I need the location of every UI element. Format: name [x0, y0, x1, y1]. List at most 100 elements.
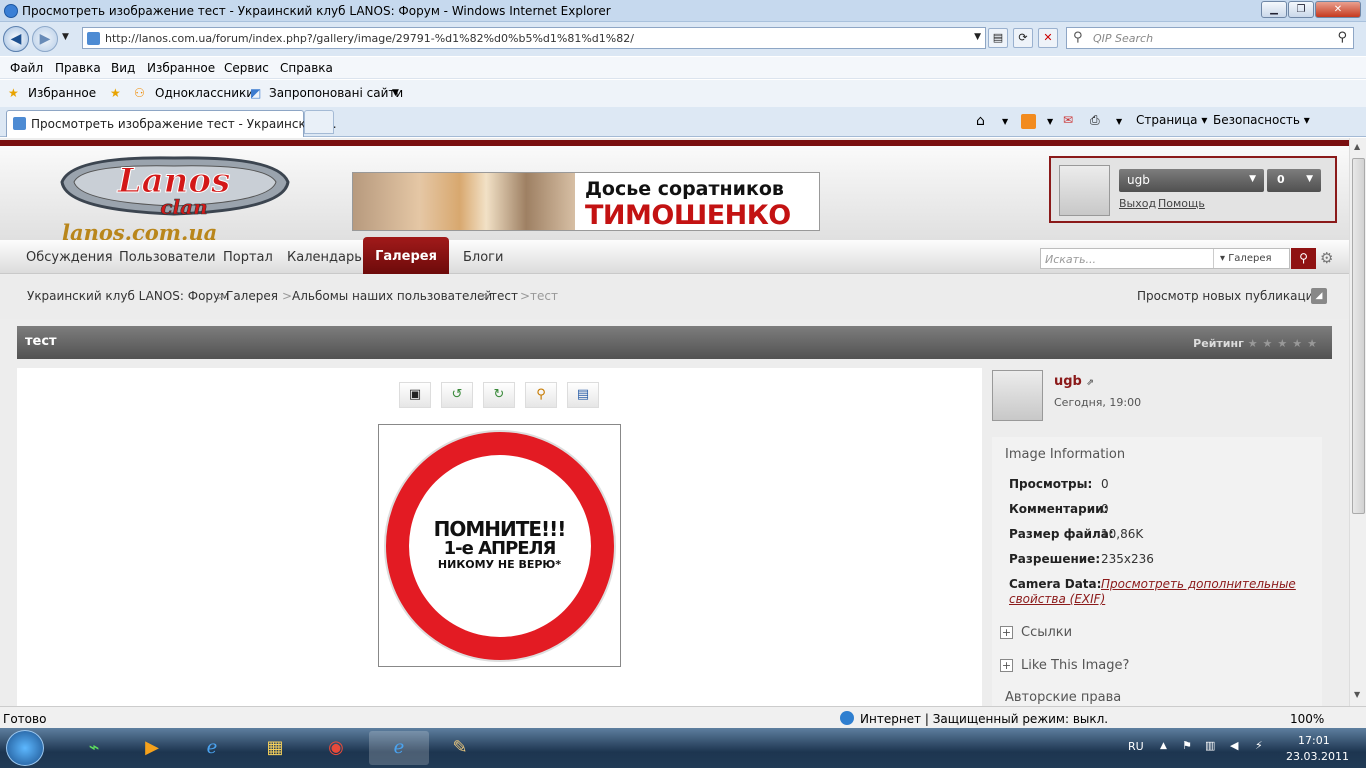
- history-dropdown-icon[interactable]: ▼: [62, 32, 69, 42]
- forward-button[interactable]: ▶: [32, 26, 58, 52]
- taskbar-chrome-icon[interactable]: ◉: [306, 731, 366, 765]
- rating-label: Рейтинг: [1193, 337, 1244, 350]
- logo-graphic: Lanos clan lanos.com.ua: [60, 156, 290, 245]
- fav-odnoklassniki[interactable]: Одноклассники: [155, 86, 254, 100]
- breadcrumb-gallery[interactable]: Галерея: [226, 289, 278, 303]
- action-center-icon[interactable]: ⚑: [1182, 739, 1192, 752]
- tray-expand-icon[interactable]: ▲: [1160, 741, 1167, 751]
- fav-suggested-sites[interactable]: Запропоновані сайти: [269, 86, 403, 100]
- breadcrumb-forum[interactable]: Украинский клуб LANOS: Форум: [27, 289, 229, 303]
- page-menu-label: Страница: [1136, 113, 1198, 127]
- volume-icon[interactable]: ◀: [1230, 739, 1238, 752]
- refresh-icon[interactable]: ⟳: [1013, 28, 1033, 48]
- links-section[interactable]: + Ссылки: [1000, 625, 1072, 640]
- chevron-down-icon[interactable]: ▼: [1047, 117, 1053, 126]
- search-scope[interactable]: ▾ Галерея: [1213, 249, 1278, 268]
- nav-portal[interactable]: Портал: [223, 250, 273, 265]
- menu-file[interactable]: Файл: [10, 61, 43, 75]
- exif-link[interactable]: Просмотреть дополнительные: [1101, 577, 1296, 591]
- breadcrumb-separator: >: [520, 289, 531, 303]
- new-tab-button[interactable]: [304, 110, 334, 134]
- tab-active[interactable]: Просмотреть изображение тест - Украински…: [6, 110, 337, 137]
- author-name[interactable]: ugb ⇗: [1054, 374, 1094, 389]
- breadcrumb-album[interactable]: тест: [490, 289, 518, 303]
- nav-gallery[interactable]: Галерея: [363, 237, 449, 274]
- page-scrollbar[interactable]: ▲ ▼: [1349, 138, 1366, 706]
- menu-edit[interactable]: Правка: [55, 61, 101, 75]
- stop-icon[interactable]: ✕: [1038, 28, 1058, 48]
- menu-view[interactable]: Вид: [111, 61, 135, 75]
- breadcrumb-albums[interactable]: Альбомы наших пользователей: [292, 289, 492, 303]
- gallery-image[interactable]: . ПОМНИТЕ!!! 1-е АПРЕЛЯ НИКОМУ НЕ ВЕРЮ*: [378, 424, 621, 667]
- chevron-down-icon[interactable]: ▼: [1002, 117, 1008, 126]
- menu-help[interactable]: Справка: [280, 61, 333, 75]
- clock-time[interactable]: 17:01: [1298, 734, 1330, 747]
- maximize-button[interactable]: ❐: [1288, 1, 1314, 18]
- qip-search-input[interactable]: ⚲ QIP Search ⚲: [1066, 27, 1354, 49]
- search-go-icon[interactable]: ⚲: [1337, 30, 1347, 45]
- language-indicator[interactable]: RU: [1128, 740, 1144, 753]
- back-button[interactable]: ◀: [3, 26, 29, 52]
- nav-blogs[interactable]: Блоги: [463, 250, 503, 265]
- address-bar[interactable]: http://lanos.com.ua/forum/index.php?/gal…: [82, 27, 986, 49]
- author-avatar[interactable]: [992, 370, 1043, 421]
- page-menu[interactable]: Страница ▾: [1136, 113, 1207, 127]
- taskbar-explorer-icon[interactable]: ▦: [245, 731, 305, 765]
- nav-calendar[interactable]: Календарь: [287, 250, 362, 265]
- rotate-right-icon[interactable]: ↻: [483, 382, 515, 408]
- search-button[interactable]: ⚲: [1291, 248, 1316, 269]
- new-posts-link[interactable]: Просмотр новых публикаций: [1137, 289, 1321, 303]
- favorites-button[interactable]: Избранное: [28, 86, 96, 100]
- taskbar-ie-icon[interactable]: ℯ: [182, 731, 242, 765]
- gear-icon[interactable]: ⚙: [1320, 249, 1333, 267]
- security-zone[interactable]: Интернет | Защищенный режим: выкл.: [860, 712, 1108, 726]
- print-icon[interactable]: ⎙: [1090, 113, 1100, 128]
- save-icon[interactable]: ▤: [567, 382, 599, 408]
- scroll-down-icon[interactable]: ▼: [1354, 690, 1360, 699]
- menu-tools[interactable]: Сервис: [224, 61, 269, 75]
- ad-banner[interactable]: Досье соратников ТИМОШЕНКО: [352, 172, 820, 231]
- user-menu[interactable]: ugb ▼: [1119, 169, 1264, 192]
- taskbar-app-razer-icon[interactable]: ⌁: [64, 731, 124, 765]
- window-titlebar: Просмотреть изображение тест - Украински…: [0, 0, 1366, 22]
- external-link-icon[interactable]: ⇗: [1086, 378, 1094, 388]
- compat-view-icon[interactable]: ▤: [988, 28, 1008, 48]
- nav-users[interactable]: Пользователи: [119, 250, 216, 265]
- taskbar-paint-icon[interactable]: ✎: [430, 731, 490, 765]
- start-button[interactable]: [6, 730, 44, 766]
- rss-icon[interactable]: ◢: [1311, 288, 1327, 304]
- set-cover-icon[interactable]: ▣: [399, 382, 431, 408]
- chevron-down-icon[interactable]: ▼: [1116, 117, 1122, 126]
- rating[interactable]: Рейтинг ★★★★★: [1193, 337, 1322, 350]
- menu-favorites[interactable]: Избранное: [147, 61, 215, 75]
- scrollbar-thumb[interactable]: [1352, 158, 1365, 514]
- exif-link-cont[interactable]: свойства (EXIF): [1009, 592, 1105, 606]
- chevron-down-icon[interactable]: ▼: [392, 88, 399, 98]
- nav-discussions[interactable]: Обсуждения: [26, 250, 113, 265]
- avatar[interactable]: [1059, 165, 1110, 216]
- minimize-button[interactable]: ▁: [1261, 1, 1287, 18]
- taskbar-media-player-icon[interactable]: ▶: [122, 731, 182, 765]
- address-dropdown-icon[interactable]: ▼: [974, 32, 981, 42]
- close-button[interactable]: ✕: [1315, 1, 1361, 18]
- taskbar-ie-active-icon[interactable]: ℯ: [369, 731, 429, 765]
- zoom-level[interactable]: 100%: [1290, 712, 1324, 726]
- rating-stars[interactable]: ★★★★★: [1248, 337, 1322, 350]
- security-menu[interactable]: Безопасность ▾: [1213, 113, 1310, 127]
- clock-date[interactable]: 23.03.2011: [1286, 750, 1349, 763]
- notifications-menu[interactable]: 0 ▼: [1267, 169, 1321, 192]
- mail-icon[interactable]: ✉: [1063, 113, 1073, 127]
- help-link[interactable]: Помощь: [1158, 197, 1205, 210]
- home-icon[interactable]: ⌂: [976, 113, 985, 129]
- like-section[interactable]: + Like This Image?: [1000, 658, 1129, 673]
- site-search-input[interactable]: Искать... ▾ Галерея: [1040, 248, 1290, 269]
- power-icon[interactable]: ⚡: [1255, 739, 1263, 752]
- network-icon[interactable]: ▥: [1205, 739, 1215, 752]
- rss-icon[interactable]: [1021, 114, 1036, 129]
- scroll-up-icon[interactable]: ▲: [1354, 142, 1360, 151]
- zoom-icon[interactable]: ⚲: [525, 382, 557, 408]
- rotate-left-icon[interactable]: ↺: [441, 382, 473, 408]
- logout-link[interactable]: Выход: [1119, 197, 1156, 210]
- add-favorites-icon[interactable]: ★: [110, 86, 121, 100]
- site-logo[interactable]: Lanos clan lanos.com.ua: [52, 152, 297, 245]
